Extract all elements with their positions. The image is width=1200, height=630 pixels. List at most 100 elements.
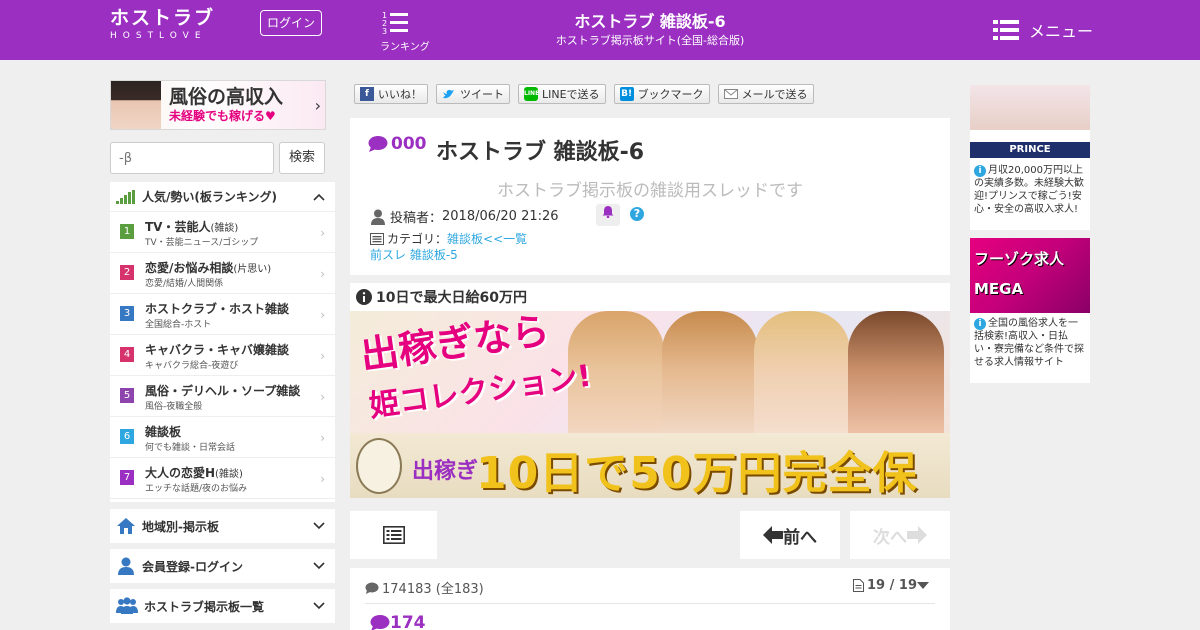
menu-button[interactable]: メニュー <box>993 18 1093 42</box>
file-icon <box>853 579 865 592</box>
board-description: キャバクラ総合-夜遊び <box>145 361 239 371</box>
banner-model-4 <box>848 311 944 441</box>
board-ranking-item[interactable]: 2 恋愛/お悩み相談(片思い) 恋愛/結婚/人間関係 › <box>110 253 335 294</box>
ranking-button[interactable]: 1 2 3 ランキング <box>380 10 430 53</box>
area-board-accordion[interactable]: 地域別-掲示板 <box>110 509 335 543</box>
chevron-right-icon: › <box>320 308 325 322</box>
mega-ad-image: フーゾク求人 MEGA <box>970 238 1090 313</box>
prince-corporation-ad[interactable]: PRINCE CORPORATION i月収20,000万円以上の実績多数。未経… <box>970 85 1090 230</box>
mail-share-button[interactable]: メールで送る <box>717 84 814 104</box>
rank-badge: 1 <box>120 224 134 239</box>
board-tag: (片思い) <box>233 264 272 275</box>
ranking-label: ランキング <box>380 42 430 53</box>
category-link[interactable]: 雑談板<<一覧 <box>447 230 527 247</box>
line-share-label: LINEで送る <box>542 88 600 101</box>
user-icon <box>118 557 134 575</box>
rank-badge: 3 <box>120 306 134 321</box>
post-datetime: 2018/06/20 21:26 <box>442 209 559 224</box>
board-name-text: キャバクラ・キャバ嬢雑談 <box>145 343 290 357</box>
notify-bell-button[interactable] <box>596 204 620 226</box>
board-name: TV・芸能人(雑談) <box>145 219 335 237</box>
board-ranking-item[interactable]: 6 雑談板 何でも雑談・日常会話 › <box>110 417 335 458</box>
board-name-text: 恋愛/お悩み相談 <box>145 261 234 275</box>
logo-main-text: ホストラブ <box>110 7 216 29</box>
header-site-subtitle: ホストラブ掲示板サイト(全国-総合版) <box>555 34 745 47</box>
board-name-text: 風俗・デリヘル・ソープ雑談 <box>145 384 301 398</box>
banner-line2: 未経験でも稼げる♥ <box>169 109 276 123</box>
area-board-label: 地域別-掲示板 <box>142 519 219 534</box>
mail-icon <box>723 89 738 99</box>
chevron-right-icon: › <box>320 349 325 363</box>
help-icon[interactable]: ? <box>630 207 644 221</box>
tweet-label: ツイート <box>460 88 504 101</box>
chevron-right-icon: › <box>320 431 325 445</box>
line-share-button[interactable]: LINE LINEで送る <box>518 84 606 104</box>
menu-list-icon <box>993 20 1019 40</box>
author-label: 投稿者： <box>390 211 443 226</box>
group-accordion[interactable]: ホストラブ掲示板一覧 <box>110 589 335 623</box>
member-label: 会員登録-ログイン <box>142 559 243 574</box>
hatena-bookmark-label: ブックマーク <box>637 88 704 101</box>
banner-copy-4: 10日で50万円完全保証 <box>476 448 918 498</box>
ad-heading-text: 10日で最大日給60万円 <box>376 290 527 306</box>
thread-category: カテゴリ： 雑談板<<一覧 <box>370 230 527 247</box>
hime-collection-banner[interactable]: 出稼ぎなら 姫コレクション! 出稼ぎ 10日で50万円完全保証 <box>350 311 950 498</box>
signal-bars-icon <box>116 189 135 204</box>
ad-heading: 10日で最大日給60万円 <box>350 283 950 311</box>
mega-ad-text-block: i 全国の風俗求人を一括検索!高収入・日払い・寮完備など条件で探せる求人情報サイト <box>970 313 1090 369</box>
line-icon: LINE <box>524 87 539 101</box>
banner-copy-3: 出稼ぎ <box>412 459 479 484</box>
arrow-right-icon <box>907 526 927 544</box>
response-count-text: 174183 (全183) <box>382 582 484 597</box>
users-icon <box>116 597 138 614</box>
mega-ad-caption: フーゾク求人 MEGA <box>974 250 1065 298</box>
rank-badge: 2 <box>120 265 134 280</box>
board-tag: (雑談) <box>210 223 239 234</box>
response-number: 174 <box>370 613 426 630</box>
thread-title: ホストラブ 雑談板-6 <box>436 140 645 165</box>
thread-list-button[interactable] <box>350 511 437 559</box>
response-card: 174183 (全183) 19 / 19 174 <box>350 568 950 630</box>
board-description: 風俗-夜職全般 <box>145 402 203 412</box>
info-icon <box>356 289 372 305</box>
chevron-up-icon <box>313 193 325 201</box>
previous-thread-link[interactable]: 前スレ 雑談板-5 <box>370 246 458 263</box>
board-ranking-item[interactable]: 4 キャバクラ・キャバ嬢雑談 キャバクラ総合-夜遊び › <box>110 335 335 376</box>
banner-line1: 風俗の高収入 <box>169 86 284 108</box>
fuzoku-mega-ad[interactable]: フーゾク求人 MEGA i 全国の風俗求人を一括検索!高収入・日払い・寮完備など条… <box>970 238 1090 383</box>
twitter-icon <box>443 89 454 99</box>
hatena-icon: B! <box>619 87 634 101</box>
banner-model-2 <box>662 311 758 441</box>
board-name-text: 大人の恋愛H <box>145 466 216 480</box>
search-button[interactable]: 検索 <box>279 142 325 174</box>
facebook-like-button[interactable]: f いいね！ <box>354 84 428 104</box>
board-ranking-item[interactable]: 3 ホストクラブ・ホスト雑談 全国総合-ホスト › <box>110 294 335 335</box>
hatena-bookmark-button[interactable]: B! ブックマーク <box>613 84 710 104</box>
board-description: エッチな話題/夜のお悩み <box>145 484 248 494</box>
search-input[interactable] <box>110 142 274 174</box>
board-ranking-header[interactable]: 人気/勢い(板ランキング) <box>110 182 335 212</box>
site-header: ホストラブ HOSTLOVE ログイン 1 2 3 ランキング ホストラブ 雑談… <box>0 0 1200 60</box>
member-accordion[interactable]: 会員登録-ログイン <box>110 549 335 583</box>
page-selector[interactable]: 19 / 19 <box>853 578 932 593</box>
fuzoku-recruit-banner[interactable]: 風俗の高収入 未経験でも稼げる♥ › <box>110 80 326 130</box>
board-ranking-item[interactable]: 1 TV・芸能人(雑談) TV・芸能ニュース/ゴシップ › <box>110 212 335 253</box>
board-name-text: ホストクラブ・ホスト雑談 <box>145 302 290 316</box>
tweet-button[interactable]: ツイート <box>436 84 510 104</box>
prince-ad-text-block: i 月収20,000万円以上の実績多数。未経験大歓迎!プリンスで稼ごう!安心・安全… <box>970 160 1090 216</box>
rank-badge: 5 <box>120 388 134 403</box>
login-button[interactable]: ログイン <box>260 10 322 36</box>
info-icon: i <box>974 165 986 177</box>
board-name-text: 雑談板 <box>145 425 182 439</box>
board-ranking-item[interactable]: 5 風俗・デリヘル・ソープ雑談 風俗-夜職全般 › <box>110 376 335 417</box>
list-alt-icon <box>370 232 384 245</box>
next-page-button[interactable]: 次へ <box>850 511 950 559</box>
thread-res-number-text: 000 <box>391 134 427 154</box>
board-name: 雑談板 <box>145 424 335 442</box>
board-ranking-item[interactable]: 7 大人の恋愛H(雑談) エッチな話題/夜のお悩み › <box>110 458 335 499</box>
prince-ad-caption: PRINCE CORPORATION <box>970 142 1090 158</box>
board-name: 大人の恋愛H(雑談) <box>145 465 335 483</box>
home-icon <box>117 518 135 534</box>
site-logo[interactable]: ホストラブ HOSTLOVE <box>110 8 215 42</box>
prev-page-button[interactable]: 前へ <box>740 511 840 559</box>
